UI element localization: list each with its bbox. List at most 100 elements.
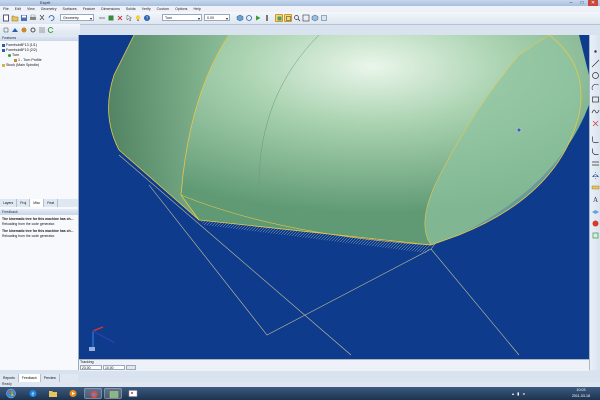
network-icon[interactable]: ▮ bbox=[517, 391, 520, 396]
help-icon[interactable]: ? bbox=[143, 14, 151, 22]
clock-date: 2011-03-18 bbox=[571, 393, 591, 398]
tab-feedback[interactable]: Feedback bbox=[18, 374, 41, 382]
chamfer-tool-icon[interactable] bbox=[591, 147, 600, 156]
tab-reports[interactable]: Reports bbox=[0, 374, 19, 382]
refresh-icon[interactable] bbox=[47, 26, 55, 34]
svg-text:e: e bbox=[32, 391, 35, 397]
language-indicator-icon[interactable]: ▴ bbox=[512, 391, 515, 396]
clock[interactable]: 10:03 2011-03-18 bbox=[570, 388, 592, 399]
simulate-icon[interactable] bbox=[254, 14, 262, 22]
tree-expand-icon[interactable] bbox=[2, 26, 10, 34]
text-tool-icon[interactable]: A bbox=[591, 195, 600, 204]
snap-tool-icon[interactable] bbox=[591, 231, 600, 240]
paint-icon[interactable] bbox=[124, 388, 142, 399]
chevron-down-icon: ▾ bbox=[89, 16, 92, 21]
start-button[interactable] bbox=[2, 388, 20, 399]
tree-item[interactable]: Stock (Main Spindle) bbox=[2, 63, 39, 68]
tab-features[interactable]: Feat bbox=[44, 199, 58, 207]
tab-preview[interactable]: Preview bbox=[41, 374, 60, 382]
tracking-option-button[interactable] bbox=[126, 365, 136, 370]
rotate-icon[interactable] bbox=[245, 14, 253, 22]
chevron-down-icon: ▾ bbox=[197, 16, 200, 21]
cursor-icon[interactable] bbox=[125, 14, 133, 22]
line-style-icon[interactable] bbox=[98, 14, 106, 22]
axis-triad-icon bbox=[89, 326, 116, 351]
layer-combo-value: Geometry bbox=[63, 16, 79, 20]
features-icon[interactable] bbox=[11, 26, 19, 34]
list-icon[interactable] bbox=[38, 26, 46, 34]
feedback-header: Feedback bbox=[0, 209, 78, 215]
tab-misc[interactable]: Misc bbox=[30, 199, 45, 207]
measure-tool-icon[interactable] bbox=[591, 183, 600, 192]
layer-combo[interactable]: Geometry ▾ bbox=[60, 14, 94, 21]
new-file-icon[interactable] bbox=[2, 14, 10, 22]
part-model bbox=[89, 35, 589, 356]
color-icon[interactable] bbox=[107, 14, 115, 22]
panel-tabs: Layers Proj Misc Feat bbox=[0, 199, 78, 207]
feedback-message-body: Reloading from the code generator. bbox=[2, 221, 56, 226]
print-icon[interactable] bbox=[29, 14, 37, 22]
value-combo[interactable]: 0.00 ▾ bbox=[204, 14, 230, 21]
tab-layers[interactable]: Layers bbox=[0, 199, 18, 207]
delete-icon[interactable] bbox=[116, 14, 124, 22]
fillet-tool-icon[interactable] bbox=[591, 135, 600, 144]
volume-icon[interactable]: ◂ bbox=[522, 391, 525, 396]
tracking-y-field[interactable]: 10.00 bbox=[103, 365, 125, 370]
trim-tool-icon[interactable] bbox=[591, 119, 600, 128]
view-top-icon[interactable] bbox=[320, 14, 328, 22]
undo-icon[interactable] bbox=[47, 14, 55, 22]
browser-icon[interactable] bbox=[84, 388, 102, 399]
feedback-message: The kinematic tree for this machine has … bbox=[2, 217, 76, 226]
operation-combo[interactable]: Turn ▾ bbox=[162, 14, 202, 21]
spline-tool-icon[interactable] bbox=[591, 107, 600, 116]
tree-item-label: Turn bbox=[12, 53, 20, 57]
cube-icon[interactable] bbox=[236, 14, 244, 22]
operations-icon[interactable] bbox=[20, 26, 28, 34]
rectangle-tool-icon[interactable] bbox=[591, 95, 600, 104]
lightbulb-icon[interactable] bbox=[134, 14, 142, 22]
offset-tool-icon[interactable] bbox=[591, 159, 600, 168]
feedback-message: The kinematic tree for this machine has … bbox=[2, 229, 76, 238]
line-tool-icon[interactable] bbox=[591, 59, 600, 68]
media-player-icon[interactable] bbox=[64, 388, 82, 399]
feedback-message-body: Reloading from the code generator. bbox=[2, 233, 56, 238]
svg-text:A: A bbox=[593, 196, 598, 204]
open-folder-icon[interactable] bbox=[11, 14, 19, 22]
profile-icon bbox=[14, 58, 17, 62]
bottom-tabs: Reports Feedback Preview bbox=[0, 374, 78, 382]
tracking-x-field[interactable]: 23.00 bbox=[80, 365, 102, 370]
right-toolbar: A bbox=[589, 35, 600, 370]
circle-tool-icon[interactable] bbox=[591, 71, 600, 80]
system-tray: ▴ ▮ ◂ bbox=[512, 388, 525, 399]
feedback-message-title: The kinematic tree for this machine has … bbox=[2, 217, 74, 221]
tab-project[interactable]: Proj bbox=[17, 199, 31, 207]
ie-icon[interactable]: e bbox=[24, 388, 42, 399]
tracking-panel: Tracking 23.00 10.00 bbox=[79, 359, 589, 371]
tree-item-label: Formhub8F13 (1/1) bbox=[6, 43, 37, 47]
left-panel: Features Formhub8F13 (1/1) Formhub8F13 (… bbox=[0, 35, 79, 370]
point-marker-icon[interactable] bbox=[516, 127, 522, 133]
explorer-icon[interactable] bbox=[44, 388, 62, 399]
color-picker-icon[interactable] bbox=[591, 219, 600, 228]
esprit-taskbar-icon[interactable] bbox=[104, 388, 122, 399]
graphics-viewport[interactable] bbox=[79, 35, 589, 359]
point-tool-icon[interactable] bbox=[591, 47, 600, 56]
value-combo-value: 0.00 bbox=[207, 16, 214, 20]
view-iso-icon[interactable] bbox=[311, 14, 319, 22]
stock-icon bbox=[2, 63, 5, 67]
feedback-message-title: The kinematic tree for this machine has … bbox=[2, 229, 74, 233]
cut-icon[interactable] bbox=[38, 14, 46, 22]
fit-icon[interactable] bbox=[302, 14, 310, 22]
taskbar: e ▴ ▮ ◂ 10:03 2011-03-18 bbox=[0, 387, 600, 400]
shade-icon[interactable] bbox=[275, 14, 283, 22]
tool-icon[interactable] bbox=[263, 14, 271, 22]
settings-icon[interactable] bbox=[29, 26, 37, 34]
zoom-icon[interactable] bbox=[293, 14, 301, 22]
arc-tool-icon[interactable] bbox=[591, 83, 600, 92]
save-icon[interactable] bbox=[20, 14, 28, 22]
chevron-down-icon: ▾ bbox=[225, 16, 228, 21]
wireframe-icon[interactable] bbox=[284, 14, 292, 22]
layers-tool-icon[interactable] bbox=[591, 207, 600, 216]
mirror-tool-icon[interactable] bbox=[591, 171, 600, 180]
main-toolbar: Geometry ▾ ? Turn ▾ 0.00 ▾ bbox=[0, 12, 600, 25]
